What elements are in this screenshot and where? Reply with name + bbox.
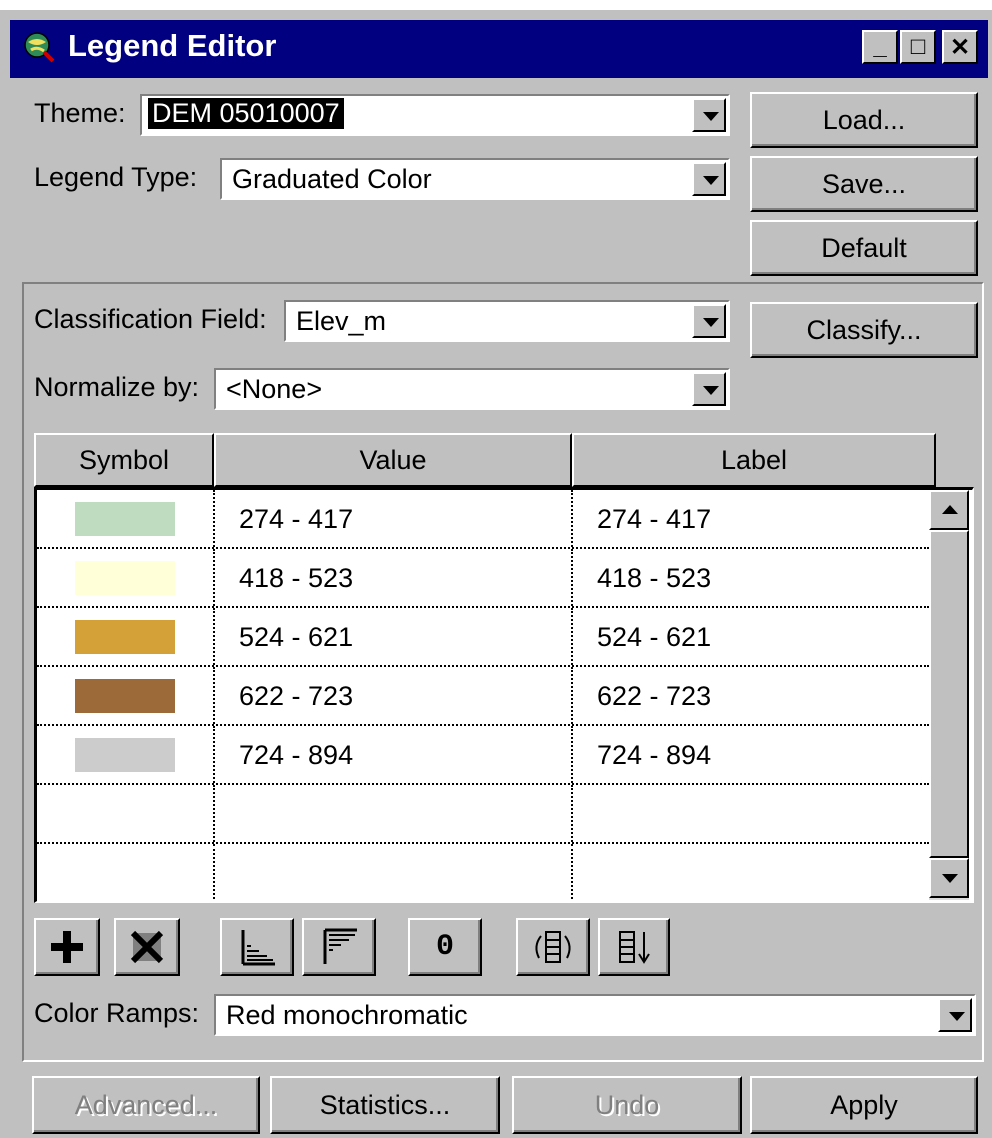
symbol-cell[interactable]	[37, 608, 215, 665]
maximize-button[interactable]: □	[900, 30, 936, 64]
sort-order-icon	[619, 931, 650, 964]
apply-button[interactable]: Apply	[750, 1076, 978, 1134]
theme-value: DEM 05010007	[147, 97, 345, 130]
add-class-button[interactable]	[34, 918, 100, 976]
table-row[interactable]: 274 - 417 274 - 417	[37, 490, 929, 549]
value-cell[interactable]: 622 - 723	[215, 667, 573, 724]
value-cell[interactable]: 274 - 417	[215, 490, 573, 547]
classification-field-value: Elev_m	[296, 306, 387, 336]
symbol-cell[interactable]	[37, 490, 215, 547]
table-row-empty[interactable]	[37, 844, 929, 901]
null-value-label: 0	[435, 930, 454, 964]
classification-field-label: Classification Field:	[34, 304, 267, 334]
value-cell[interactable]	[215, 844, 573, 901]
sort-descending-icon	[323, 928, 357, 964]
normalize-by-value: <None>	[226, 374, 323, 404]
table-row[interactable]: 524 - 621 524 - 621	[37, 608, 929, 667]
column-header-symbol[interactable]: Symbol	[34, 433, 214, 487]
legend-type-dropdown[interactable]: Graduated Color	[220, 158, 730, 200]
table-row[interactable]: 418 - 523 418 - 523	[37, 549, 929, 608]
color-ramps-dropdown[interactable]: Red monochromatic	[214, 994, 976, 1036]
classify-button[interactable]: Classify...	[750, 302, 978, 358]
title-bar[interactable]: Legend Editor _ □ ✕	[10, 20, 988, 78]
label-cell[interactable]: 724 - 894	[573, 726, 929, 783]
close-button[interactable]: ✕	[942, 30, 978, 64]
symbol-cell[interactable]	[37, 726, 215, 783]
chevron-down-icon[interactable]	[692, 304, 726, 338]
column-header-label[interactable]: Label	[572, 433, 936, 487]
label-cell[interactable]: 524 - 621	[573, 608, 929, 665]
legend-type-value: Graduated Color	[232, 164, 432, 194]
symbol-cell[interactable]	[37, 667, 215, 724]
legend-editor-window: Legend Editor _ □ ✕ Theme: DEM 05010007 …	[0, 0, 992, 1138]
statistics-button[interactable]: Statistics...	[270, 1076, 500, 1134]
vertical-scrollbar[interactable]	[929, 490, 969, 900]
table-row[interactable]: 622 - 723 622 - 723	[37, 667, 929, 726]
label-cell[interactable]	[573, 785, 929, 842]
window-title: Legend Editor	[68, 28, 277, 63]
plus-icon	[51, 931, 83, 963]
table-row-empty[interactable]	[37, 785, 929, 844]
color-swatch[interactable]	[75, 561, 175, 595]
legend-type-label: Legend Type:	[34, 162, 198, 192]
label-cell[interactable]: 418 - 523	[573, 549, 929, 606]
reverse-order-button[interactable]	[598, 918, 670, 976]
symbol-cell[interactable]	[37, 785, 215, 842]
theme-dropdown[interactable]: DEM 05010007	[140, 94, 730, 136]
color-swatch[interactable]	[75, 620, 175, 654]
color-ramps-label: Color Ramps:	[34, 998, 200, 1028]
sort-ascending-icon	[241, 930, 275, 966]
normalize-by-dropdown[interactable]: <None>	[214, 368, 730, 410]
advanced-button[interactable]: Advanced...	[32, 1076, 260, 1134]
value-cell[interactable]	[215, 785, 573, 842]
symbol-cell[interactable]	[37, 844, 215, 901]
value-cell[interactable]: 418 - 523	[215, 549, 573, 606]
globe-icon	[24, 32, 55, 63]
chevron-down-icon[interactable]	[692, 162, 726, 196]
chevron-down-icon[interactable]	[692, 372, 726, 406]
null-value-button[interactable]: 0	[408, 918, 482, 976]
column-header-value[interactable]: Value	[214, 433, 572, 487]
color-swatch[interactable]	[75, 679, 175, 713]
theme-label: Theme:	[34, 98, 126, 128]
sort-ascending-button[interactable]	[220, 918, 294, 976]
color-ramps-value: Red monochromatic	[226, 1000, 468, 1030]
flip-symbols-icon	[535, 931, 571, 963]
label-cell[interactable]: 622 - 723	[573, 667, 929, 724]
minimize-button[interactable]: _	[862, 30, 898, 64]
scroll-up-icon[interactable]	[929, 490, 969, 530]
legend-table: 274 - 417 274 - 417 418 - 523 418 - 523 …	[34, 487, 974, 903]
flip-symbols-button[interactable]	[516, 918, 590, 976]
classification-field-dropdown[interactable]: Elev_m	[284, 300, 730, 342]
chevron-down-icon[interactable]	[692, 98, 726, 132]
normalize-by-label: Normalize by:	[34, 372, 200, 402]
sort-descending-button[interactable]	[302, 918, 376, 976]
save-button[interactable]: Save...	[750, 156, 978, 212]
scroll-down-icon[interactable]	[929, 858, 969, 898]
symbol-cell[interactable]	[37, 549, 215, 606]
default-button[interactable]: Default	[750, 220, 978, 276]
load-button[interactable]: Load...	[750, 92, 978, 148]
color-swatch[interactable]	[75, 502, 175, 536]
delete-class-button[interactable]	[114, 918, 180, 976]
table-row[interactable]: 724 - 894 724 - 894	[37, 726, 929, 785]
value-cell[interactable]: 724 - 894	[215, 726, 573, 783]
scroll-thumb[interactable]	[929, 530, 969, 858]
label-cell[interactable]: 274 - 417	[573, 490, 929, 547]
label-cell[interactable]	[573, 844, 929, 901]
chevron-down-icon[interactable]	[938, 998, 972, 1032]
color-swatch[interactable]	[75, 738, 175, 772]
undo-button[interactable]: Undo	[512, 1076, 742, 1134]
delete-icon	[130, 930, 164, 964]
value-cell[interactable]: 524 - 621	[215, 608, 573, 665]
